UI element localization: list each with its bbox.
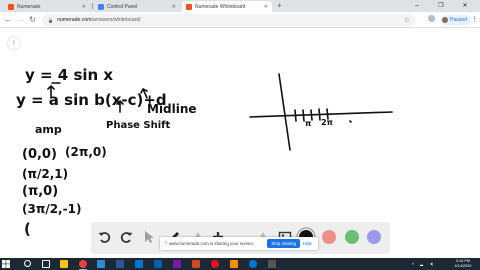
url-host: numerade.com	[57, 17, 92, 23]
tab-numerade[interactable]: Numerade ✕	[4, 1, 90, 12]
point-3pi-over-2-neg1: (3π/2,-1)	[22, 202, 81, 216]
extension-icon[interactable]	[428, 15, 435, 22]
color-swatch-purple[interactable]	[367, 230, 381, 244]
browser-tab-bar: Numerade ✕ Control Panel ✕ Numerade Whit…	[0, 0, 480, 12]
tab-numerade-whiteboard[interactable]: Numerade Whiteboard ✕	[182, 1, 272, 12]
screen-share-banner: ⠿ www.numerade.com is sharing your scree…	[160, 237, 318, 250]
axis-label-2pi: 2π	[321, 118, 333, 127]
file-explorer-icon[interactable]	[60, 260, 68, 268]
tab-divider	[92, 3, 93, 9]
axis-dot-mark	[349, 120, 352, 123]
music-icon[interactable]	[211, 260, 219, 268]
chrome-icon[interactable]	[79, 260, 87, 268]
undo-icon[interactable]	[97, 230, 111, 244]
redo-icon[interactable]	[120, 230, 134, 244]
url-path: /answers/whiteboard/	[91, 17, 141, 23]
hide-button[interactable]: Hide	[303, 241, 312, 246]
mail-icon[interactable]	[135, 260, 143, 268]
system-clock[interactable]: 3:10 PM 4/14/2020	[448, 259, 478, 269]
close-icon[interactable]: ✕	[82, 4, 86, 10]
equation-specific: y = 4 sin x	[25, 66, 113, 84]
color-swatch-red[interactable]	[322, 230, 336, 244]
back-button[interactable]: ←	[3, 14, 14, 25]
share-message: www.numerade.com is sharing your screen.	[169, 241, 255, 246]
point-2pi-0: (2π,0)	[65, 145, 107, 159]
camera-icon[interactable]	[268, 260, 276, 268]
onenote-icon[interactable]	[173, 260, 181, 268]
address-bar[interactable]: numerade.com /answers/whiteboard/ ☆	[42, 14, 416, 26]
label-amp: amp	[35, 123, 62, 136]
tray-chevron-icon[interactable]: ˄	[412, 258, 414, 270]
maximize-button[interactable]: ❐	[432, 0, 450, 12]
equation-general: y = a sin b(x-c)+d	[16, 91, 167, 109]
search-icon[interactable]	[24, 260, 31, 267]
point-pi-0: (π,0)	[22, 184, 58, 199]
color-swatch-green[interactable]	[345, 230, 359, 244]
y-axis-line	[278, 73, 291, 151]
tab-title: Control Panel	[107, 3, 138, 10]
label-midline: Midline	[147, 102, 197, 116]
control-panel-favicon-icon	[98, 3, 104, 10]
close-window-button[interactable]: ✕	[456, 0, 474, 12]
close-icon[interactable]: ✕	[172, 4, 176, 10]
label-phase-shift: Phase Shift	[106, 120, 171, 131]
point-0-0: (0,0)	[22, 147, 57, 162]
volume-icon[interactable]: ◂)	[430, 258, 433, 270]
store-icon[interactable]	[97, 260, 105, 268]
profile-paused-button[interactable]: Paused	[440, 15, 471, 25]
tab-title: Numerade	[17, 3, 41, 10]
browser-toolbar: ← → ↻ numerade.com /answers/whiteboard/ …	[0, 12, 480, 28]
pointer-icon[interactable]	[142, 230, 156, 244]
point-pi-over-2-1: (π/2,1)	[22, 167, 68, 181]
edge-icon[interactable]	[249, 260, 257, 268]
network-icon[interactable]: ▂	[420, 258, 423, 270]
task-view-icon[interactable]	[42, 260, 50, 268]
minimize-button[interactable]: –	[408, 0, 426, 12]
close-icon[interactable]: ✕	[264, 4, 268, 10]
bookmark-star-icon[interactable]: ☆	[404, 16, 410, 24]
axis-label-pi: π	[305, 119, 311, 128]
stop-sharing-button[interactable]: Stop sharing	[267, 239, 300, 248]
browser-menu-icon[interactable]: ⋮	[471, 14, 478, 25]
media-icon[interactable]	[230, 260, 238, 268]
reload-button[interactable]: ↻	[27, 14, 38, 25]
windows-taskbar: ˄ ▂ ◂) 3:10 PM 4/14/2020	[0, 258, 480, 270]
new-tab-button[interactable]: +	[277, 1, 282, 11]
tab-title: Numerade Whiteboard	[195, 3, 246, 10]
word-icon[interactable]	[116, 260, 124, 268]
numerade-favicon-icon	[8, 3, 14, 10]
clock-date: 4/14/2020	[454, 264, 472, 268]
windows-start-icon[interactable]	[2, 260, 10, 268]
numerade-favicon-icon	[186, 3, 192, 10]
x-axis-line	[249, 111, 393, 118]
forward-button[interactable]: →	[15, 14, 26, 25]
photos-icon[interactable]	[154, 260, 162, 268]
tab-control-panel[interactable]: Control Panel ✕	[94, 1, 180, 12]
powerpoint-icon[interactable]	[192, 260, 200, 268]
open-paren-mark: (	[24, 220, 31, 238]
lock-icon	[49, 18, 52, 23]
